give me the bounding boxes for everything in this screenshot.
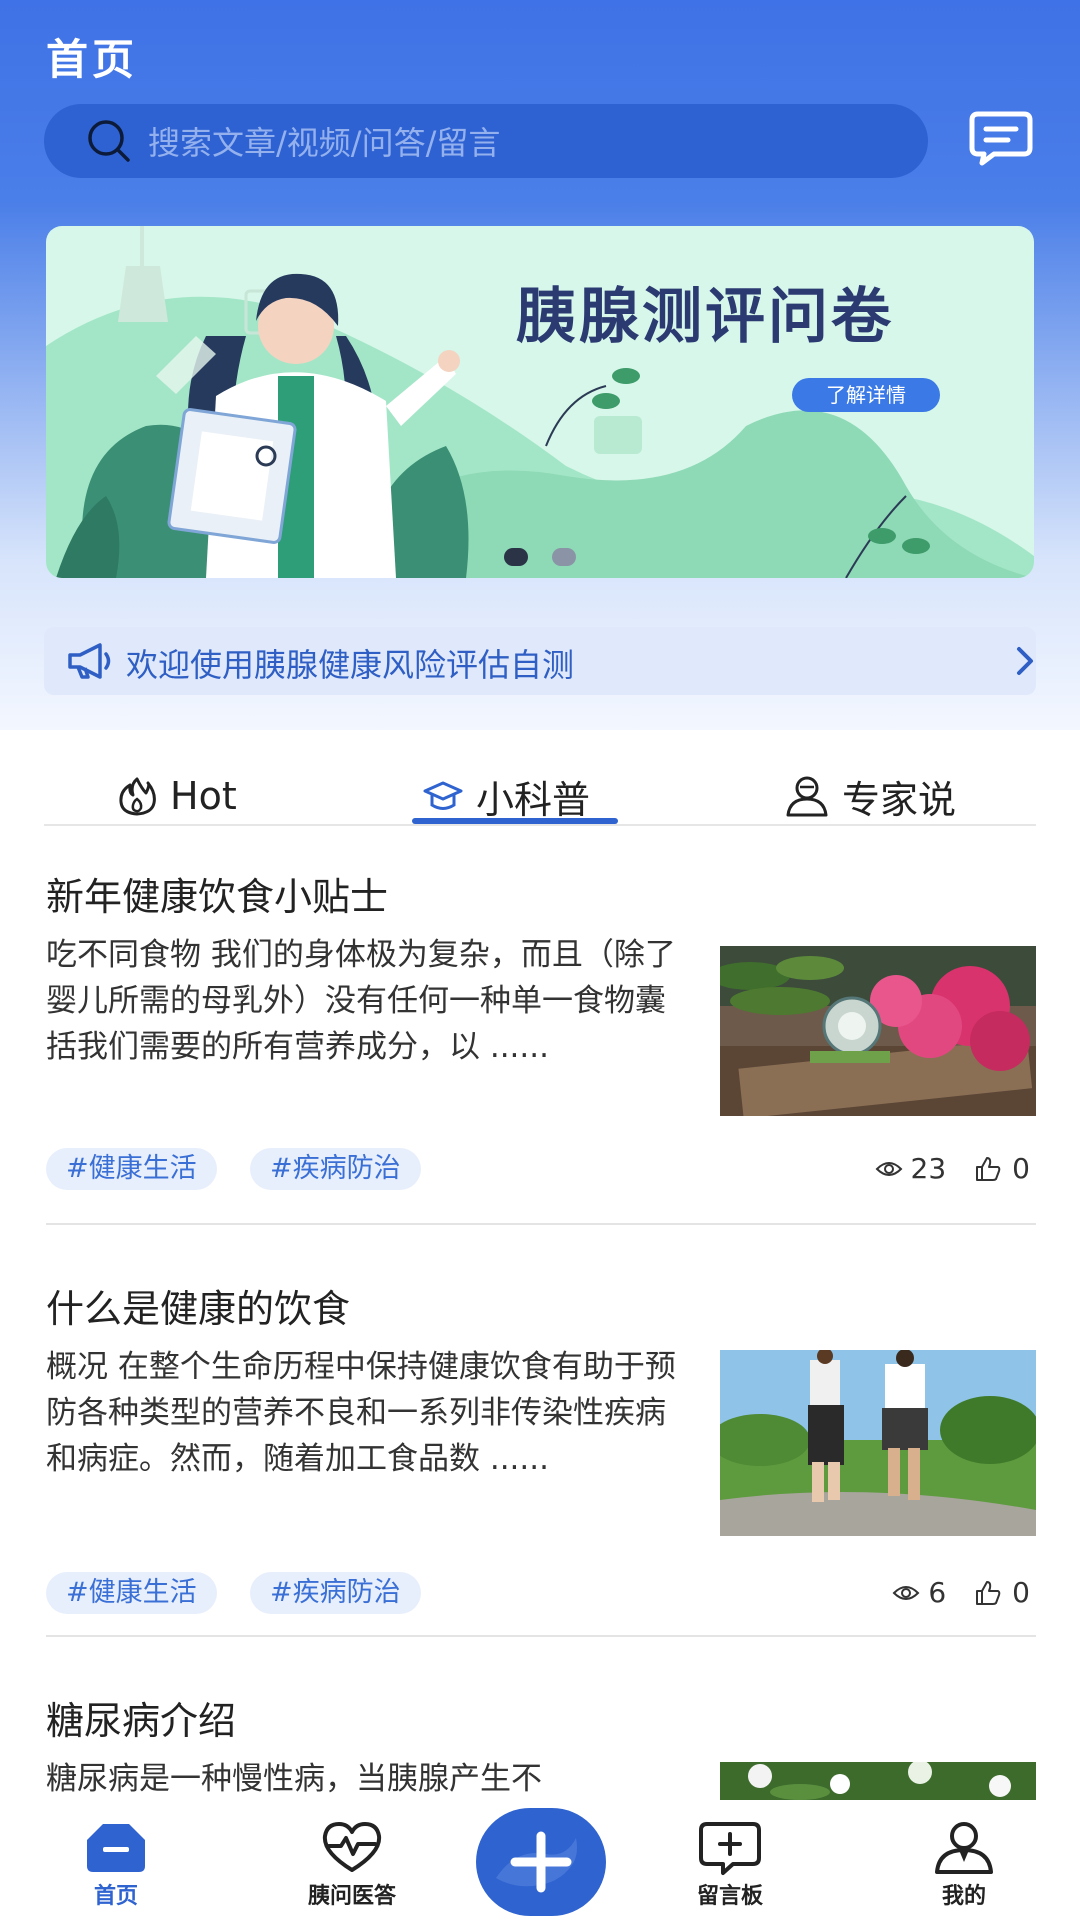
article-tag[interactable]: #健康生活 — [46, 1572, 217, 1614]
article-thumbnail — [720, 946, 1036, 1116]
like-count: 0 — [1012, 1576, 1030, 1609]
doctor-icon — [786, 776, 828, 817]
article-tag[interactable]: #健康生活 — [46, 1148, 217, 1190]
nav-profile[interactable]: 我的 — [884, 1820, 1044, 1910]
nav-consult[interactable]: 胰问医答 — [272, 1820, 432, 1910]
article-title: 什么是健康的饮食 — [46, 1287, 351, 1331]
heart-pulse-icon — [322, 1822, 382, 1872]
notice-text: 欢迎使用胰腺健康风险评估自测 — [126, 646, 575, 684]
add-button[interactable] — [476, 1808, 606, 1916]
flame-icon — [119, 777, 156, 816]
banner-carousel[interactable]: 胰腺测评问卷 了解详情 — [46, 226, 1034, 578]
article-title: 糖尿病介绍 — [46, 1699, 237, 1743]
banner-title: 胰腺测评问卷 — [516, 282, 894, 352]
article-tag[interactable]: #疾病防治 — [250, 1148, 421, 1190]
tab-expert[interactable]: 专家说 — [784, 766, 956, 826]
article-thumbnail — [720, 1762, 1036, 1800]
divider — [46, 1635, 1036, 1637]
tab-science[interactable]: 小科普 — [422, 766, 590, 826]
tab-label: Hot — [170, 774, 237, 818]
notice-bar[interactable]: 欢迎使用胰腺健康风险评估自测 — [44, 627, 1036, 695]
eye-icon — [892, 1585, 920, 1600]
chevron-right-icon — [1017, 647, 1033, 675]
profile-icon — [935, 1822, 993, 1874]
graduation-cap-icon — [423, 781, 463, 810]
message-icon[interactable] — [968, 110, 1034, 166]
article-card[interactable]: 糖尿病介绍 糖尿病是一种慢性病，当胰腺产生不 — [46, 1690, 1036, 1800]
thumbs-up-icon[interactable] — [974, 1579, 1002, 1607]
eye-icon — [875, 1161, 902, 1176]
article-card[interactable]: 新年健康饮食小贴士 吃不同食物 我们的身体极为复杂，而且（除了婴儿所需的母乳外）… — [46, 866, 1036, 1196]
nav-label: 留言板 — [696, 1884, 763, 1909]
nav-home[interactable]: 首页 — [36, 1820, 196, 1910]
nav-message-board[interactable]: 留言板 — [650, 1820, 810, 1910]
article-summary: 糖尿病是一种慢性病，当胰腺产生不 — [46, 1761, 542, 1797]
category-tabs: Hot 小科普 专家说 — [44, 766, 1036, 826]
thumbs-up-icon[interactable] — [974, 1155, 1002, 1183]
search-icon — [88, 120, 130, 162]
tab-label: 专家说 — [842, 777, 957, 822]
like-count: 0 — [1012, 1152, 1030, 1185]
active-tab-indicator — [412, 818, 618, 824]
article-thumbnail — [720, 1350, 1036, 1536]
article-card[interactable]: 什么是健康的饮食 概况 在整个生命历程中保持健康饮食有助于预防各种类型的营养不良… — [46, 1278, 1036, 1614]
carousel-dot[interactable] — [552, 548, 576, 566]
nav-label: 胰问医答 — [307, 1884, 396, 1909]
megaphone-icon — [68, 643, 111, 679]
carousel-dot-active[interactable] — [504, 548, 528, 566]
search-placeholder: 搜索文章/视频/问答/留言 — [148, 124, 501, 162]
article-title: 新年健康饮食小贴士 — [46, 875, 389, 919]
view-count: 23 — [910, 1152, 947, 1185]
tab-label: 小科普 — [476, 777, 591, 822]
divider — [46, 1223, 1036, 1225]
article-tag[interactable]: #疾病防治 — [250, 1572, 421, 1614]
nav-label: 首页 — [93, 1884, 138, 1909]
tab-hot[interactable]: Hot — [116, 766, 237, 826]
article-stats: 23 0 — [875, 1152, 1036, 1185]
page-title: 首页 — [46, 35, 139, 84]
banner-details-button[interactable]: 了解详情 — [792, 378, 940, 412]
article-stats: 6 0 — [892, 1576, 1036, 1609]
search-bar[interactable]: 搜索文章/视频/问答/留言 — [44, 104, 928, 178]
message-add-icon — [699, 1822, 761, 1875]
article-summary: 概况 在整个生命历程中保持健康饮食有助于预防各种类型的营养不良和一系列非传染性疾… — [46, 1349, 676, 1477]
plus-icon — [496, 1831, 577, 1893]
nav-label: 我的 — [941, 1884, 986, 1909]
home-icon — [87, 1824, 145, 1872]
article-summary: 吃不同食物 我们的身体极为复杂，而且（除了婴儿所需的母乳外）没有任何一种单一食物… — [46, 937, 676, 1065]
view-count: 6 — [928, 1576, 947, 1609]
